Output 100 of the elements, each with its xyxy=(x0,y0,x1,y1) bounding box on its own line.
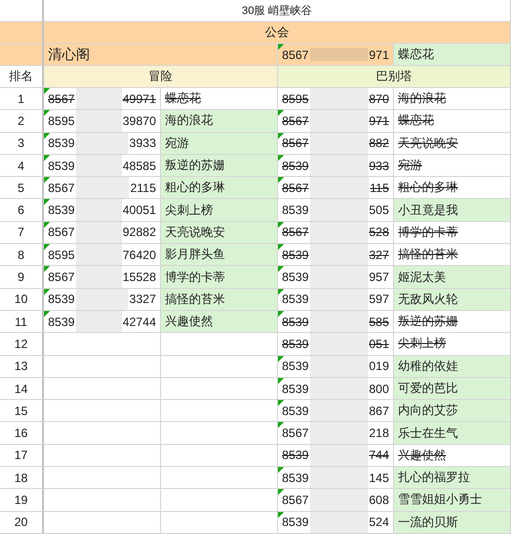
player-id-start: 8567 xyxy=(48,270,75,284)
player-id-end: 019 xyxy=(368,359,389,374)
player-id-end: 800 xyxy=(368,382,389,396)
player-id-start: 8595 xyxy=(282,92,309,106)
player-id-end: 3327 xyxy=(129,292,156,306)
guild-name: 清心阁 xyxy=(44,44,278,66)
group-header: 巴别塔 xyxy=(278,66,511,88)
player-id-start: 8539 xyxy=(282,359,309,374)
player-name: 宛游 xyxy=(161,132,278,155)
redaction-bar xyxy=(310,444,368,466)
redaction-bar xyxy=(310,378,368,400)
redaction-bar xyxy=(310,422,368,444)
redaction-bar xyxy=(310,177,369,198)
player-name: 可爱的芭比 xyxy=(394,378,511,400)
redaction-bar xyxy=(310,132,368,154)
redaction-bar xyxy=(76,110,122,132)
redaction-bar xyxy=(310,154,368,176)
guild-header: 公会 xyxy=(44,22,511,44)
player-name: 乐士在生气 xyxy=(394,422,511,445)
player-id-start: 8595 xyxy=(48,114,75,128)
redaction-bar xyxy=(310,110,368,132)
player-id-end: 524 xyxy=(368,515,389,530)
player-id-end: 40051 xyxy=(122,203,156,218)
player-id-end: 15528 xyxy=(122,270,156,284)
player-id-start: 8567 xyxy=(48,180,75,195)
redaction-bar xyxy=(310,288,368,310)
player-id-end: 505 xyxy=(368,203,389,218)
rank-number: 19 xyxy=(0,489,44,512)
player-id-start: 8595 xyxy=(48,248,75,262)
redaction-bar xyxy=(76,266,122,288)
player-name: 蝶恋花 xyxy=(394,44,511,66)
player-id-end: 528 xyxy=(368,225,389,240)
redaction-bar xyxy=(310,333,368,355)
player-id-end: 49971 xyxy=(122,92,156,106)
player-name: 扎心的福罗拉 xyxy=(394,467,511,490)
player-name: 宛游 xyxy=(394,154,511,178)
player-id-end: 882 xyxy=(368,136,389,150)
rank-number: 20 xyxy=(0,512,44,534)
redaction-bar xyxy=(76,244,122,266)
redaction-bar xyxy=(76,288,128,310)
player-id-end: 744 xyxy=(368,448,389,462)
player-id-end: 051 xyxy=(368,336,389,351)
player-id-start: 8567 xyxy=(282,48,309,62)
player-id-start: 8539 xyxy=(282,336,309,351)
player-name: 姬泥太美 xyxy=(394,266,511,289)
rank-number: 12 xyxy=(0,333,44,356)
player-id-start: 8539 xyxy=(48,158,75,173)
player-id-end: 971 xyxy=(368,114,389,128)
player-id-start: 8539 xyxy=(282,292,309,306)
player-id-start: 8567 xyxy=(282,136,309,150)
player-id-start: 8567 xyxy=(282,492,309,507)
player-name: 幼稚的依娃 xyxy=(394,356,511,378)
redaction-bar xyxy=(310,467,368,488)
redaction-bar xyxy=(310,199,368,221)
player-id-start: 8539 xyxy=(282,270,309,284)
redaction-bar xyxy=(76,177,130,198)
player-id-end: 597 xyxy=(368,292,389,306)
player-name: 叛逆的苏姗 xyxy=(161,154,278,178)
player-name: 影月胖头鱼 xyxy=(161,244,278,266)
player-id-end: 327 xyxy=(368,248,389,262)
rank-number: 14 xyxy=(0,378,44,400)
player-id-end: 115 xyxy=(370,180,389,195)
player-name: 无敌风火轮 xyxy=(394,288,511,311)
player-name: 兴趣使然 xyxy=(161,310,278,334)
redaction-bar xyxy=(310,512,368,533)
player-id-end: 145 xyxy=(368,470,389,485)
player-id-start: 8539 xyxy=(282,248,309,262)
player-name: 蝶恋花 xyxy=(394,110,511,133)
rank-number: 15 xyxy=(0,400,44,422)
player-id-start: 8539 xyxy=(282,515,309,530)
player-id-end: 870 xyxy=(368,92,389,106)
redaction-bar xyxy=(310,244,368,266)
player-name: 天亮说晚安 xyxy=(161,222,278,244)
player-id-start: 8567 xyxy=(282,225,309,240)
redaction-bar xyxy=(76,222,122,244)
player-id-end: 92882 xyxy=(122,225,156,240)
player-id-end: 48585 xyxy=(122,158,156,173)
player-id-start: 8539 xyxy=(282,158,309,173)
player-name: 海的浪花 xyxy=(394,88,511,110)
player-id-start: 8567 xyxy=(48,225,75,240)
player-id-start: 8567 xyxy=(48,92,75,106)
player-id-start: 8539 xyxy=(48,203,75,218)
player-id-end: 39870 xyxy=(122,114,156,128)
redaction-bar xyxy=(76,132,128,154)
player-name: 叛逆的苏姗 xyxy=(394,310,511,334)
player-id-start: 8567 xyxy=(282,114,309,128)
player-name: 粗心的多琳 xyxy=(161,177,278,200)
player-id-end: 971 xyxy=(368,48,389,62)
player-name: 搞怪的苔米 xyxy=(161,288,278,311)
group-header: 冒险 xyxy=(44,66,278,88)
redaction-bar xyxy=(310,222,368,244)
player-id-start: 8567 xyxy=(282,180,309,195)
rank-number: 16 xyxy=(0,422,44,445)
player-id-end: 585 xyxy=(368,314,389,329)
player-id-start: 8539 xyxy=(282,382,309,396)
player-id-start: 8539 xyxy=(282,470,309,485)
player-id-start: 8539 xyxy=(48,136,75,150)
redaction-bar xyxy=(310,310,368,332)
player-name: 天亮说晚安 xyxy=(394,132,511,155)
player-id-end: 608 xyxy=(368,492,389,507)
